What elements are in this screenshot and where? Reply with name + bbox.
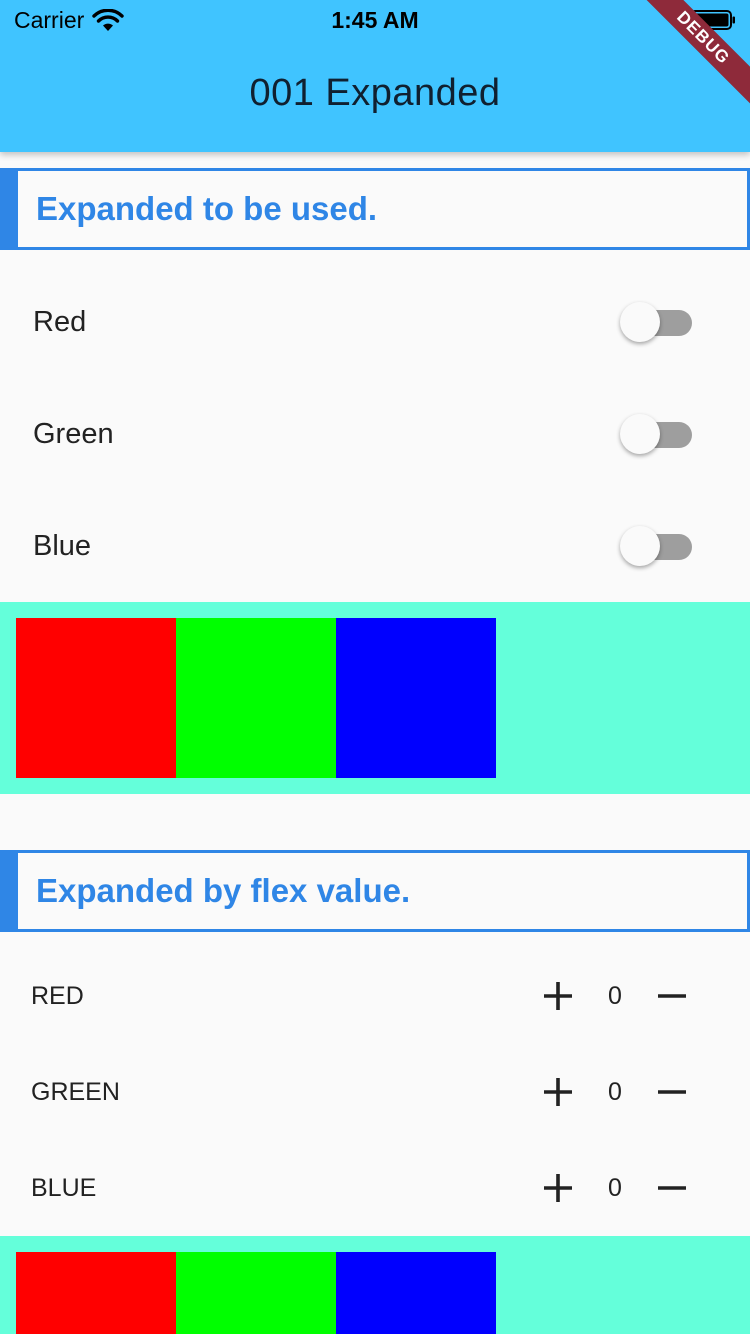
red-toggle-switch[interactable]: [620, 301, 696, 343]
section-header-title: Expanded to be used.: [36, 190, 378, 227]
counter-value: 0: [608, 982, 622, 1010]
switch-label: Blue: [33, 530, 92, 562]
plus-icon[interactable]: [538, 1168, 578, 1208]
green-box: [176, 1252, 336, 1334]
switch-row-blue: Blue: [0, 490, 750, 602]
switch-thumb[interactable]: [620, 414, 660, 454]
plus-icon[interactable]: [538, 976, 578, 1016]
switch-label: Green: [33, 418, 114, 450]
page-title: 001 Expanded: [249, 72, 501, 114]
status-time: 1:45 AM: [331, 7, 419, 33]
counter-row-red: RED 0: [0, 948, 750, 1044]
minus-icon[interactable]: [652, 1168, 692, 1208]
minus-icon[interactable]: [652, 976, 692, 1016]
counter-label: BLUE: [31, 1174, 97, 1202]
counter-row-green: GREEN 0: [0, 1044, 750, 1140]
status-bar: Carrier 1:45 AM: [0, 0, 750, 40]
red-box: [16, 618, 176, 778]
minus-icon[interactable]: [652, 1072, 692, 1112]
app-bar: Carrier 1:45 AM 001 Expanded DEBUG: [0, 0, 750, 152]
green-toggle-switch[interactable]: [620, 413, 696, 455]
switch-row-red: Red: [0, 266, 750, 378]
counter-label: RED: [31, 982, 84, 1010]
switch-thumb[interactable]: [620, 526, 660, 566]
plus-icon[interactable]: [538, 1072, 578, 1112]
color-preview-panel: [0, 602, 750, 794]
counter-label: GREEN: [31, 1078, 120, 1106]
section-header-expanded-used: Expanded to be used.: [0, 168, 750, 250]
switch-row-green: Green: [0, 378, 750, 490]
flex-color-preview-panel: [0, 1236, 750, 1334]
section-header-flex-value: Expanded by flex value.: [0, 850, 750, 932]
counter-value: 0: [608, 1174, 622, 1202]
switch-thumb[interactable]: [620, 302, 660, 342]
green-box: [176, 618, 336, 778]
blue-toggle-switch[interactable]: [620, 525, 696, 567]
switch-label: Red: [33, 306, 87, 338]
counter-value: 0: [608, 1078, 622, 1106]
blue-box: [336, 1252, 496, 1334]
counter-row-blue: BLUE 0: [0, 1140, 750, 1236]
section-header-title: Expanded by flex value.: [36, 872, 411, 909]
blue-box: [336, 618, 496, 778]
red-box: [16, 1252, 176, 1334]
